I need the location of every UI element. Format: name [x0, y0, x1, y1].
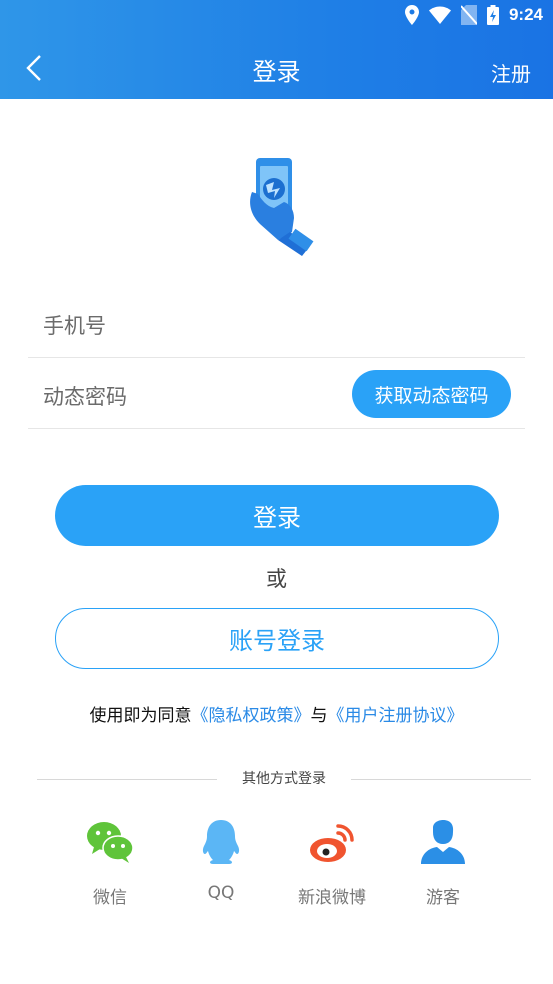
status-time: 9:24: [508, 5, 543, 24]
phone-field[interactable]: 手机号: [28, 288, 525, 358]
phone-placeholder: 手机号: [43, 314, 106, 338]
or-separator: 或: [266, 567, 287, 591]
wechat-icon: [87, 822, 134, 863]
phone-in-hand-logo-icon: [250, 158, 314, 256]
qq-label: QQ: [207, 883, 235, 903]
weibo-icon: [310, 824, 354, 862]
divider-line-right: [351, 779, 531, 780]
nav-bar: 登录 注册: [0, 38, 553, 98]
guest-login[interactable]: 游客: [393, 818, 493, 910]
wifi-icon: [428, 6, 451, 24]
register-button[interactable]: 注册: [491, 58, 531, 87]
wechat-label: 微信: [93, 888, 127, 908]
battery-charging-icon: [486, 5, 499, 25]
page-title: 登录: [252, 58, 301, 86]
qq-login[interactable]: QQ: [171, 818, 271, 910]
dynamic-password-field[interactable]: 动态密码 获取动态密码: [28, 359, 525, 429]
privacy-policy-link[interactable]: 《隐私权政策》: [192, 706, 311, 726]
login-button[interactable]: 登录: [55, 485, 499, 546]
app-header: 9:24 登录 注册: [0, 0, 553, 99]
weibo-login[interactable]: 新浪微博: [282, 818, 382, 910]
status-bar: 9:24: [0, 0, 553, 30]
no-sim-icon: [460, 5, 477, 25]
qq-icon: [202, 820, 240, 864]
terms-link[interactable]: 《用户注册协议》: [328, 706, 464, 726]
location-icon: [404, 5, 419, 25]
weibo-label: 新浪微博: [298, 888, 366, 908]
account-login-button[interactable]: 账号登录: [55, 608, 499, 669]
get-code-button[interactable]: 获取动态密码: [352, 370, 511, 418]
wechat-login[interactable]: 微信: [60, 818, 160, 910]
dynamic-password-placeholder: 动态密码: [43, 385, 127, 409]
agreement-text: 使用即为同意《隐私权政策》与《用户注册协议》: [0, 701, 553, 726]
guest-icon: [421, 820, 465, 864]
agreement-and: 与: [310, 706, 328, 726]
status-icons: 9:24: [404, 4, 543, 26]
other-login-divider: 其他方式登录: [37, 766, 531, 788]
agreement-prefix: 使用即为同意: [89, 706, 192, 726]
guest-label: 游客: [426, 888, 460, 908]
other-login-title: 其他方式登录: [242, 771, 326, 787]
